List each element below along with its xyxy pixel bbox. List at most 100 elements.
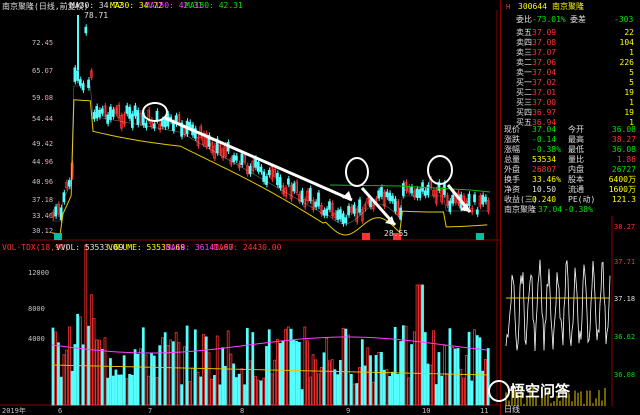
sell-volume: 1 (629, 48, 634, 57)
volume-bar (180, 384, 184, 406)
volume-bar (454, 348, 457, 406)
sell-volume: 226 (619, 58, 634, 67)
candle (111, 109, 115, 117)
peak-price-label: 78.71 (84, 11, 109, 20)
volume-bar (322, 352, 326, 406)
candle (423, 190, 427, 196)
candle (393, 198, 397, 212)
candle (352, 204, 356, 214)
low-price-label: 28.55 (384, 229, 409, 238)
candle (84, 26, 88, 34)
volume-bar (245, 327, 249, 406)
price-tick: 49.42 (32, 140, 53, 148)
sell-label: 卖四 (516, 38, 532, 47)
price-tick: 72.45 (32, 39, 53, 47)
event-marker (476, 233, 484, 240)
volume-bar (213, 374, 216, 406)
sell-volume: 22 (624, 28, 634, 37)
sell-label: 卖二 (516, 58, 532, 67)
volume-bar (401, 325, 405, 406)
candle (125, 105, 129, 114)
mini-price: 37.04 (538, 205, 563, 214)
candle (267, 170, 271, 176)
date-label: 7 (148, 407, 152, 415)
candle (87, 79, 90, 88)
stat-label: 外盘 (504, 165, 520, 174)
price-tick: 33.46 (32, 212, 53, 220)
volume-bar (470, 380, 474, 406)
candle (78, 79, 82, 86)
candle (276, 172, 279, 186)
date-label: 6 (58, 407, 62, 415)
buy-label: 买四 (516, 108, 532, 117)
buy-label: 买一 (516, 78, 532, 87)
candle (314, 201, 318, 208)
stat-value: 26807 (532, 165, 557, 174)
volume-bar (185, 325, 189, 406)
volume-bar (81, 344, 85, 406)
candle (95, 106, 99, 119)
mini-date-tab[interactable]: 日线 (504, 404, 520, 415)
candle (358, 199, 361, 213)
kline-svg[interactable]: 72.45 65.07 59.88 54.44 49.42 44.96 40.96 37.18… (0, 0, 500, 415)
volume-bar (117, 374, 121, 406)
volume-bar (133, 349, 137, 406)
mini-change: -0.38% (564, 205, 593, 214)
candle (391, 195, 394, 202)
stat-label: 最高 (568, 135, 584, 144)
volume-bar (421, 284, 424, 406)
candle (144, 122, 148, 128)
volume-bar (289, 328, 293, 406)
volume-bar (281, 340, 285, 406)
sell-row: 卖三 37.07 1 (502, 48, 640, 58)
volume-bar (128, 373, 131, 406)
kline-chart-area[interactable]: 72.45 65.07 59.88 54.44 49.42 44.96 40.96 37.18… (0, 0, 500, 415)
candle (481, 194, 485, 205)
buy-price: 36.97 (532, 108, 557, 117)
stat-label: 股本 (568, 175, 584, 184)
volume-bar (235, 377, 238, 406)
volume-bar (336, 374, 340, 406)
stat-value: 33.46% (532, 175, 561, 184)
volume-bar (150, 352, 153, 406)
buy-price: 37.01 (532, 88, 557, 97)
sell-row: 卖一 37.04 5 (502, 68, 640, 78)
stat-row: 换手 33.46% 股本 6400万 (502, 175, 640, 185)
sell-price: 37.07 (532, 48, 557, 57)
watermark-icon (488, 380, 510, 402)
volume-bar (467, 331, 471, 406)
mini-title: 南京聚隆 (504, 205, 536, 214)
buy-volume: 1 (629, 98, 634, 107)
candle (418, 189, 422, 198)
stat-row: 涨幅 -0.38% 最低 36.08 (502, 145, 640, 155)
candle (136, 110, 140, 125)
price-tick: 44.96 (32, 158, 53, 166)
mini-tick: 38.27 (614, 223, 635, 231)
ma150-label-2: MA150: 42.31 (185, 1, 243, 10)
volume-bar (158, 345, 162, 406)
volume-bar (172, 341, 175, 406)
stat-value: 6400万 (608, 175, 636, 184)
sell-price: 37.08 (532, 38, 557, 47)
sell-row: 卖五 37.09 22 (502, 28, 640, 38)
candle (130, 113, 134, 128)
stat-row: 涨跌 -0.14 最高 38.27 (502, 135, 640, 145)
stat-value: 37.04 (532, 125, 557, 134)
stock-code: 300644 (518, 2, 547, 11)
stat-row: 总量 53534 量比 1.86 (502, 155, 640, 165)
candle (410, 186, 413, 194)
volume-bar (374, 355, 378, 406)
candle (265, 176, 268, 185)
volume-bar (130, 374, 134, 406)
stat-row: 外盘 26807 内盘 26727 (502, 165, 640, 175)
stat-value: 1.86 (616, 155, 636, 164)
mini-tick: 37.18 (614, 295, 635, 303)
mini-tick: 36.62 (614, 333, 635, 341)
sell-price: 37.06 (532, 58, 557, 67)
diff-value: -303 (614, 15, 634, 24)
volume-bar (193, 329, 197, 406)
stat-value: 36.08 (611, 145, 636, 154)
candle (81, 83, 85, 91)
volume-bar (152, 355, 156, 406)
volume-bar (218, 384, 222, 406)
